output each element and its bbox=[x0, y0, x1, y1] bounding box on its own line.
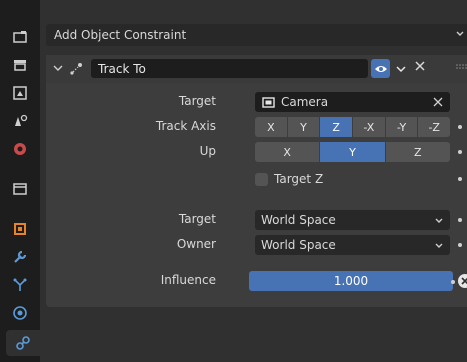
track-axis-option-y[interactable]: Y bbox=[287, 117, 321, 137]
influence-value: 1.000 bbox=[333, 274, 369, 288]
constraint-name-input[interactable]: Track To bbox=[91, 59, 368, 78]
camera-icon bbox=[262, 96, 275, 109]
track-axis-option-neg-x[interactable]: -X bbox=[353, 117, 386, 137]
tool-icon bbox=[13, 31, 27, 43]
track-to-constraint-icon bbox=[70, 63, 82, 75]
view-layer-icon bbox=[15, 114, 28, 126]
tab-collection[interactable] bbox=[4, 176, 36, 202]
track-axis-option-neg-z[interactable]: -Z bbox=[418, 117, 450, 137]
animate-property-dot[interactable] bbox=[458, 177, 462, 181]
target-object-value: Camera bbox=[281, 95, 329, 109]
animate-property-dot[interactable] bbox=[458, 243, 462, 247]
track-to-constraint-card: Track To Target Camera Track Axis X Y Z … bbox=[46, 55, 467, 307]
collection-icon bbox=[13, 183, 27, 195]
target-z-label: Target Z bbox=[274, 172, 324, 186]
animate-property-dot[interactable] bbox=[458, 150, 462, 154]
drag-handle-icon[interactable] bbox=[456, 64, 467, 70]
up-axis-option-x[interactable]: X bbox=[255, 142, 321, 162]
tab-render[interactable] bbox=[4, 52, 36, 78]
render-icon bbox=[14, 60, 26, 71]
physics-icon bbox=[13, 306, 27, 320]
eye-icon bbox=[374, 65, 387, 72]
tab-view-layer[interactable] bbox=[4, 108, 36, 134]
track-axis-option-z[interactable]: Z bbox=[320, 117, 354, 137]
constraint-name-value: Track To bbox=[98, 61, 146, 76]
owner-space-label: Owner bbox=[176, 237, 216, 251]
close-icon[interactable] bbox=[414, 60, 426, 72]
up-axis-option-z[interactable]: Z bbox=[385, 142, 450, 162]
target-z-toggle[interactable]: Target Z bbox=[255, 172, 323, 186]
target-z-checkbox[interactable] bbox=[255, 172, 268, 186]
owner-space-value: World Space bbox=[261, 238, 336, 252]
track-axis-selector: X Y Z -X -Y -Z bbox=[255, 117, 450, 137]
track-axis-option-neg-y[interactable]: -Y bbox=[385, 117, 419, 137]
particles-icon bbox=[13, 278, 27, 291]
object-icon bbox=[14, 223, 26, 235]
target-space-value: World Space bbox=[261, 213, 336, 227]
target-object-field[interactable]: Camera bbox=[255, 92, 450, 112]
animate-property-dot[interactable] bbox=[458, 218, 462, 222]
up-axis-label: Up bbox=[199, 144, 216, 158]
object-constraint-icon bbox=[16, 336, 30, 350]
disable-keep-transform-button[interactable] bbox=[458, 274, 467, 288]
chevron-down-icon[interactable] bbox=[395, 63, 407, 75]
properties-tab-bar bbox=[0, 0, 40, 362]
animate-property-dot[interactable] bbox=[451, 280, 455, 284]
modifier-icon bbox=[14, 250, 27, 263]
tab-output[interactable] bbox=[4, 80, 36, 106]
constraint-header: Track To bbox=[46, 55, 467, 83]
up-axis-selector: X Y Z bbox=[255, 142, 450, 162]
scene-icon bbox=[14, 143, 26, 155]
chevron-down-icon bbox=[435, 218, 443, 223]
influence-label: Influence bbox=[160, 273, 216, 287]
tab-object[interactable] bbox=[4, 216, 36, 242]
output-icon bbox=[13, 86, 27, 100]
add-object-constraint-label: Add Object Constraint bbox=[54, 28, 187, 42]
target-label: Target bbox=[178, 94, 216, 108]
chevron-down-icon[interactable] bbox=[52, 62, 64, 74]
tab-scene[interactable] bbox=[4, 136, 36, 162]
track-axis-label: Track Axis bbox=[155, 119, 216, 133]
animate-property-dot[interactable] bbox=[458, 125, 462, 129]
target-space-label: Target bbox=[178, 212, 216, 226]
target-space-dropdown[interactable]: World Space bbox=[255, 210, 450, 230]
chevron-down-icon bbox=[435, 243, 443, 248]
owner-space-dropdown[interactable]: World Space bbox=[255, 235, 450, 255]
chevron-down-icon bbox=[456, 31, 464, 36]
add-object-constraint-dropdown[interactable]: Add Object Constraint bbox=[46, 24, 467, 46]
tab-modifier[interactable] bbox=[4, 244, 36, 270]
constraints-panel: Add Object Constraint Track To Target Ca… bbox=[40, 0, 467, 362]
track-axis-option-x[interactable]: X bbox=[255, 117, 288, 137]
tab-tool[interactable] bbox=[4, 24, 36, 50]
tab-physics[interactable] bbox=[4, 300, 36, 326]
influence-slider[interactable]: 1.000 bbox=[249, 271, 453, 291]
clear-target-icon[interactable] bbox=[433, 97, 443, 107]
tab-particles[interactable] bbox=[4, 272, 36, 298]
up-axis-option-y[interactable]: Y bbox=[320, 142, 386, 162]
visibility-toggle[interactable] bbox=[371, 59, 390, 78]
tab-object-constraint[interactable] bbox=[6, 330, 40, 356]
close-icon bbox=[461, 277, 467, 285]
